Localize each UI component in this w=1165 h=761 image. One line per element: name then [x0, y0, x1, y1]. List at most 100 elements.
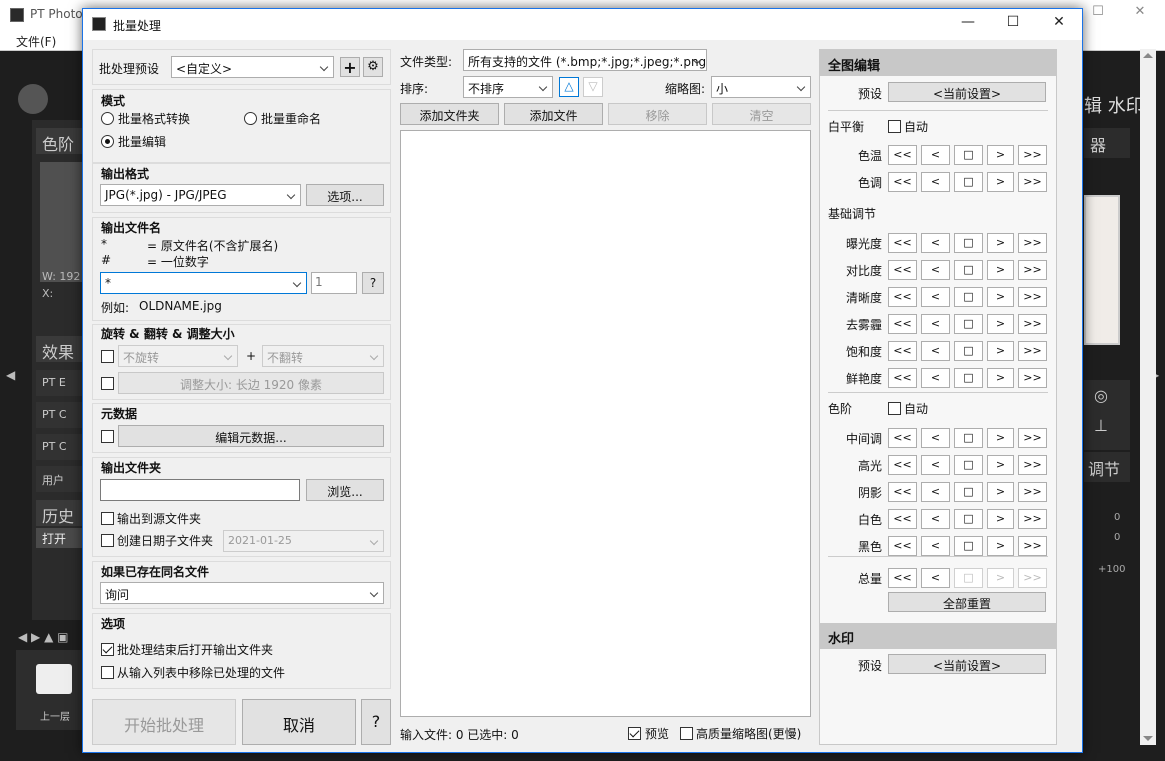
adjust-clarity-btn-3[interactable]: >: [987, 287, 1014, 307]
adjust-dehaze-btn-2[interactable]: □: [954, 314, 983, 334]
adjust-exposure-btn-1[interactable]: <: [921, 233, 950, 253]
date-subfolder-label[interactable]: 创建日期子文件夹: [117, 532, 213, 549]
file-list[interactable]: [400, 130, 811, 717]
date-subfolder-checkbox[interactable]: [101, 534, 114, 547]
help-button[interactable]: ?: [361, 699, 391, 745]
adjust-temp-btn-4[interactable]: >>: [1018, 145, 1047, 165]
adjust-highlight-btn-4[interactable]: >>: [1018, 455, 1047, 475]
hq-thumb-label[interactable]: 高质量缩略图(更慢): [696, 725, 801, 742]
adjust-black-btn-0[interactable]: <<: [888, 536, 917, 556]
adjust-contrast-btn-1[interactable]: <: [921, 260, 950, 280]
adjust-temp-btn-1[interactable]: <: [921, 145, 950, 165]
start-batch-button[interactable]: 开始批处理: [92, 699, 236, 745]
adjust-mid-btn-2[interactable]: □: [954, 428, 983, 448]
preview-checkbox[interactable]: [628, 727, 641, 740]
adjust-saturation-btn-3[interactable]: >: [987, 341, 1014, 361]
bg-left-section-1[interactable]: 色阶: [36, 128, 82, 154]
preview-label[interactable]: 预览: [645, 725, 669, 742]
adjust-saturation-btn-0[interactable]: <<: [888, 341, 917, 361]
adjust-black-btn-1[interactable]: <: [921, 536, 950, 556]
adjust-vibrance-btn-3[interactable]: >: [987, 368, 1014, 388]
bg-right-section[interactable]: 器: [1084, 128, 1130, 158]
bg-spiral-icon[interactable]: ◎: [1094, 386, 1108, 405]
preset-settings-icon[interactable]: ⚙: [363, 57, 383, 77]
adjust-clarity-btn-0[interactable]: <<: [888, 287, 917, 307]
adjust-vibrance-btn-1[interactable]: <: [921, 368, 950, 388]
digit-start-input[interactable]: 1: [311, 272, 357, 294]
add-file-button[interactable]: 添加文件: [504, 103, 603, 125]
bg-close-icon[interactable]: ✕: [1130, 4, 1150, 19]
adjust-dehaze-btn-1[interactable]: <: [921, 314, 950, 334]
adjust-tint-btn-1[interactable]: <: [921, 172, 950, 192]
adjust-vibrance-btn-0[interactable]: <<: [888, 368, 917, 388]
bg-maximize-icon[interactable]: ☐: [1088, 4, 1108, 19]
adjust-shadow-btn-0[interactable]: <<: [888, 482, 917, 502]
minimize-icon[interactable]: —: [953, 14, 983, 30]
bg-history-open[interactable]: 打开: [36, 528, 82, 548]
wb-auto-label[interactable]: 自动: [904, 118, 928, 135]
clear-button[interactable]: 清空: [712, 103, 811, 125]
thumbnail-select[interactable]: 小: [711, 76, 811, 98]
bg-preset-row-4[interactable]: 用户: [36, 466, 82, 492]
adjust-total-btn-2[interactable]: □: [954, 568, 983, 588]
mode-edit-radio[interactable]: [101, 135, 114, 148]
adjust-shadow-btn-2[interactable]: □: [954, 482, 983, 502]
close-icon[interactable]: ✕: [1044, 14, 1074, 30]
adjust-mid-btn-3[interactable]: >: [987, 428, 1014, 448]
adjust-total-btn-0[interactable]: <<: [888, 568, 917, 588]
adjust-mid-btn-1[interactable]: <: [921, 428, 950, 448]
filename-pattern-select[interactable]: *: [100, 272, 307, 294]
file-type-select[interactable]: 所有支持的文件 (*.bmp;*.jpg;*.jpeg;*.png: [463, 49, 707, 71]
rp-preset-button[interactable]: <当前设置>: [888, 82, 1046, 102]
adjust-clarity-btn-1[interactable]: <: [921, 287, 950, 307]
adjust-shadow-btn-3[interactable]: >: [987, 482, 1014, 502]
levels-auto-checkbox[interactable]: [888, 402, 901, 415]
bg-menu-file[interactable]: 文件(F): [16, 33, 56, 50]
sort-select[interactable]: 不排序: [463, 76, 553, 98]
filename-help-button[interactable]: ?: [362, 272, 384, 294]
mode-format-label[interactable]: 批量格式转换: [118, 110, 190, 127]
open-folder-label[interactable]: 批处理结束后打开输出文件夹: [117, 641, 273, 658]
adjust-contrast-btn-2[interactable]: □: [954, 260, 983, 280]
adjust-vibrance-btn-2[interactable]: □: [954, 368, 983, 388]
browse-button[interactable]: 浏览...: [306, 479, 384, 501]
format-options-button[interactable]: 选项...: [306, 184, 384, 206]
adjust-white-btn-4[interactable]: >>: [1018, 509, 1047, 529]
bg-stamp-icon[interactable]: ⊥: [1094, 416, 1108, 435]
add-preset-icon[interactable]: +: [340, 57, 360, 77]
resize-button[interactable]: 调整大小: 长边 1920 像素: [118, 372, 384, 394]
adjust-vibrance-btn-4[interactable]: >>: [1018, 368, 1047, 388]
levels-auto-label[interactable]: 自动: [904, 400, 928, 417]
bg-left-section-3[interactable]: 历史: [36, 500, 82, 526]
bg-folder-up[interactable]: 上一层: [16, 650, 82, 730]
adjust-saturation-btn-4[interactable]: >>: [1018, 341, 1047, 361]
cancel-button[interactable]: 取消: [242, 699, 356, 745]
adjust-exposure-btn-0[interactable]: <<: [888, 233, 917, 253]
adjust-exposure-btn-2[interactable]: □: [954, 233, 983, 253]
adjust-black-btn-4[interactable]: >>: [1018, 536, 1047, 556]
adjust-saturation-btn-2[interactable]: □: [954, 341, 983, 361]
adjust-clarity-btn-4[interactable]: >>: [1018, 287, 1047, 307]
adjust-temp-btn-0[interactable]: <<: [888, 145, 917, 165]
adjust-mid-btn-4[interactable]: >>: [1018, 428, 1047, 448]
adjust-dehaze-btn-0[interactable]: <<: [888, 314, 917, 334]
adjust-highlight-btn-1[interactable]: <: [921, 455, 950, 475]
bg-left-section-2[interactable]: 效果: [36, 336, 82, 362]
adjust-total-btn-4[interactable]: >>: [1018, 568, 1047, 588]
adjust-highlight-btn-3[interactable]: >: [987, 455, 1014, 475]
output-folder-input[interactable]: [100, 479, 300, 501]
open-folder-checkbox[interactable]: [101, 643, 114, 656]
reset-all-button[interactable]: 全部重置: [888, 592, 1046, 612]
adjust-exposure-btn-4[interactable]: >>: [1018, 233, 1047, 253]
date-subfolder-select[interactable]: 2021-01-25: [223, 530, 384, 552]
adjust-tint-btn-0[interactable]: <<: [888, 172, 917, 192]
mode-format-radio[interactable]: [101, 112, 114, 125]
right-scrollbar[interactable]: [1140, 49, 1156, 745]
rotate-select[interactable]: 不旋转: [118, 345, 238, 367]
bg-nav-arrows-icon[interactable]: ◀ ▶ ▲ ▣: [18, 630, 68, 644]
adjust-total-btn-1[interactable]: <: [921, 568, 950, 588]
rotate-checkbox[interactable]: [101, 350, 114, 363]
bg-right-tabs[interactable]: 辑 水印: [1084, 92, 1144, 118]
adjust-saturation-btn-1[interactable]: <: [921, 341, 950, 361]
flip-select[interactable]: 不翻转: [262, 345, 384, 367]
